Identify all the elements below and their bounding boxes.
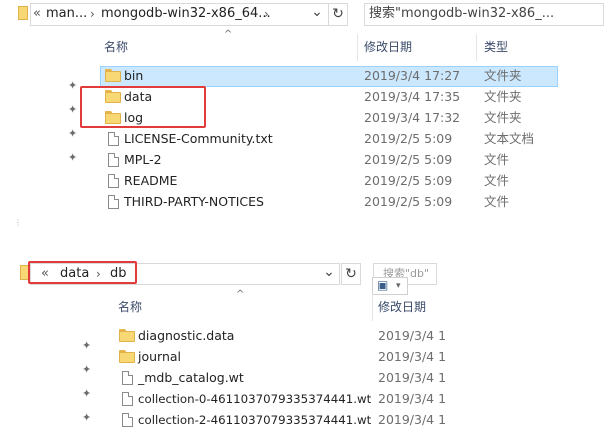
chevron-down-icon[interactable]: ▾ [396,280,401,292]
bottom-column-divider-1[interactable] [372,294,373,321]
top-breadcrumb-sep-1[interactable]: › [90,6,95,22]
file-icon [122,371,133,385]
top-column-divider-1[interactable] [357,34,358,61]
pin-icon[interactable]: ✦ [82,388,91,400]
pin-icon[interactable]: ✦ [68,104,77,116]
top-column-divider-2[interactable] [476,34,477,61]
file-date: 2019/3/4 1 [378,391,447,406]
folder-icon [119,329,135,342]
file-icon [108,153,119,167]
refresh-icon: ↻ [332,6,344,22]
file-name: README [124,173,178,188]
top-address-back-chevron[interactable]: « [33,6,41,22]
file-name: journal [138,349,182,364]
top-breadcrumb-sep-2[interactable]: › [264,6,269,22]
pin-icon[interactable]: ✦ [82,412,91,424]
top-address-folder-icon [18,6,28,20]
folder-icon [105,69,121,82]
top-address-dropdown-icon[interactable]: ⌄ [310,4,324,20]
file-date: 2019/2/5 5:09 [364,173,453,188]
file-type: 文件 [484,173,510,188]
file-type: 文件夹 [484,110,522,125]
bottom-sort-indicator-icon: ^ [236,289,245,300]
file-date: 2019/3/4 17:35 [364,89,461,104]
file-date: 2019/2/5 5:09 [364,152,453,167]
top-column-header-type[interactable]: 类型 [484,40,508,54]
top-search-placeholder: 搜索"mongodb-win32-x86_... [369,6,555,21]
pin-icon[interactable]: ✦ [68,80,77,92]
file-icon [122,392,133,406]
top-breadcrumb-1[interactable]: man... [46,6,87,22]
pin-icon[interactable]: ✦ [82,340,91,352]
file-name: collection-0-4611037079335374441.wt [138,392,372,406]
file-name: bin [124,68,144,83]
image-icon: ▣ [377,278,389,292]
file-date: 2019/3/4 1 [378,328,447,343]
file-name: _mdb_catalog.wt [138,370,244,385]
top-column-header-name[interactable]: 名称 [104,40,128,54]
file-type: 文件夹 [484,68,522,83]
text-file-icon [108,132,119,146]
file-date: 2019/2/5 5:09 [364,194,453,209]
file-name: diagnostic.data [138,328,235,343]
highlight-annotation-data-db [28,261,137,284]
refresh-icon: ↻ [345,266,357,282]
pin-icon[interactable]: ✦ [68,152,77,164]
file-name: collection-2-4611037079335374441.wt [138,413,372,427]
pin-icon[interactable]: ✦ [82,364,91,376]
file-name: LICENSE-Community.txt [124,131,273,146]
top-sort-indicator-icon: ^ [224,29,233,40]
file-type: 文件 [484,152,510,167]
file-date: 2019/3/4 17:27 [364,68,461,83]
file-type: 文本文档 [484,131,535,146]
top-breadcrumb-2[interactable]: mongodb-win32-x86_64... [101,6,271,22]
file-date: 2019/3/4 1 [378,349,447,364]
file-date: 2019/3/4 1 [378,370,447,385]
file-date: 2019/3/4 1 [378,412,447,427]
top-column-header-date[interactable]: 修改日期 [364,40,412,54]
file-date: 2019/3/4 17:32 [364,110,461,125]
pin-icon[interactable]: ✦ [68,128,77,140]
file-icon [108,174,119,188]
highlight-annotation-data-log [80,86,206,128]
bottom-column-header-date[interactable]: 修改日期 [378,300,426,314]
file-date: 2019/2/5 5:09 [364,131,453,146]
file-icon [122,413,133,427]
file-type: 文件 [484,194,510,209]
bottom-address-dropdown-icon[interactable]: ⌄ [322,264,336,280]
folder-icon [119,350,135,363]
file-name: THIRD-PARTY-NOTICES [124,194,264,209]
file-icon [108,195,119,209]
left-edge-marker: ⋮ [14,218,22,227]
file-type: 文件夹 [484,89,522,104]
file-name: MPL-2 [124,152,162,167]
bottom-column-header-name[interactable]: 名称 [118,300,142,314]
